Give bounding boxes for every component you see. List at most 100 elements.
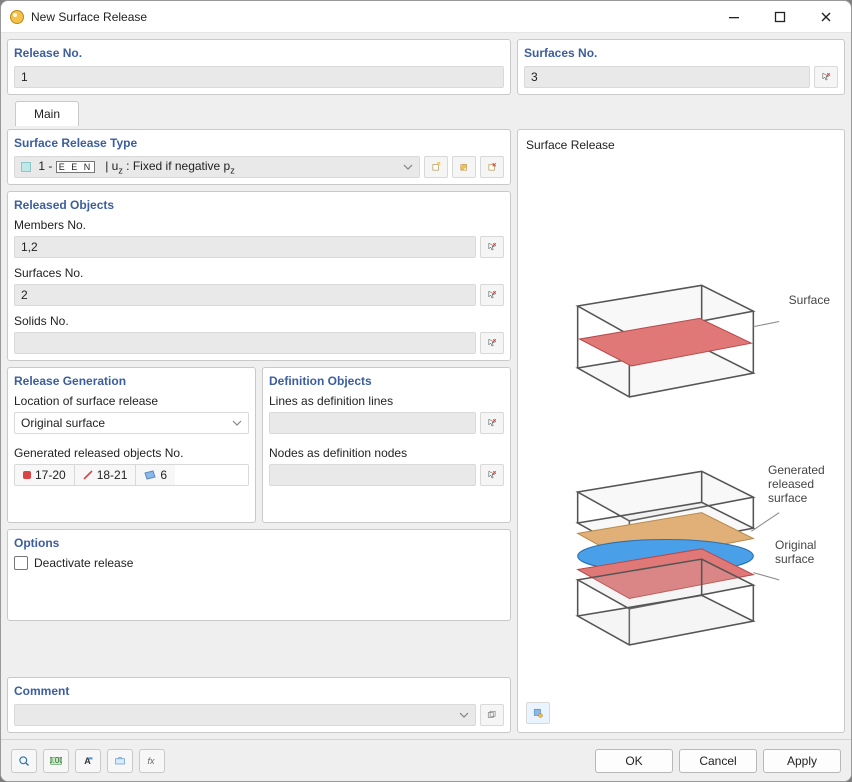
svg-text:fx: fx — [148, 756, 156, 766]
members-no-input[interactable]: 1,2 — [14, 236, 476, 258]
preview-illustration — [526, 158, 836, 702]
members-no-label: Members No. — [14, 218, 504, 232]
def-lines-input[interactable] — [269, 412, 476, 434]
dialog-window: New Surface Release Release No. 1 Surfac… — [0, 0, 852, 782]
release-no-panel: Release No. 1 — [7, 39, 511, 95]
preview-settings-button[interactable] — [526, 702, 550, 724]
dialog-footer: 0.00 A fx OK Cancel Apply — [1, 739, 851, 781]
generated-seg-nodes: 17-20 — [15, 465, 75, 485]
preview-canvas: Surface Generated released surface Origi… — [526, 158, 836, 702]
ok-label: OK — [625, 754, 642, 768]
minimize-button[interactable] — [711, 2, 757, 32]
ok-button[interactable]: OK — [595, 749, 673, 773]
surface-release-type-panel: Surface Release Type 1 - E E N | uz : Fi… — [7, 129, 511, 185]
top-row: Release No. 1 Surfaces No. 3 — [7, 39, 845, 95]
surface-release-type-select[interactable]: 1 - E E N | uz : Fixed if negative pz — [14, 156, 420, 178]
view-button[interactable] — [107, 749, 133, 773]
options-header: Options — [14, 536, 504, 550]
solids-no-label: Solids No. — [14, 314, 504, 328]
chevron-down-icon — [403, 162, 413, 172]
apply-button[interactable]: Apply — [763, 749, 841, 773]
preview-panel: Surface Release — [517, 129, 845, 733]
def-lines-label: Lines as definition lines — [269, 394, 504, 408]
window-title: New Surface Release — [31, 10, 147, 24]
definition-objects-panel: Definition Objects Lines as definition l… — [262, 367, 511, 523]
eein-badge: E E N — [56, 161, 96, 173]
delete-type-button[interactable] — [480, 156, 504, 178]
location-label: Location of surface release — [14, 394, 249, 408]
location-select[interactable]: Original surface — [14, 412, 249, 434]
generated-objects-display: 17-20 18-21 6 — [14, 464, 249, 486]
surfaces-no-value: 3 — [531, 70, 538, 84]
deactivate-release-label: Deactivate release — [34, 556, 133, 570]
pick-solids-button[interactable] — [480, 332, 504, 354]
members-no-value: 1,2 — [21, 240, 38, 254]
solids-no-input[interactable] — [14, 332, 476, 354]
apply-label: Apply — [787, 754, 817, 768]
ro-surfaces-no-value: 2 — [21, 288, 28, 302]
release-no-label: Release No. — [14, 46, 504, 60]
new-type-button[interactable] — [424, 156, 448, 178]
dialog-body: Release No. 1 Surfaces No. 3 Main — [1, 33, 851, 739]
ro-surfaces-no-label: Surfaces No. — [14, 266, 504, 280]
cancel-button[interactable]: Cancel — [679, 749, 757, 773]
app-icon — [9, 9, 25, 25]
preview-label-generated: Generated released surface — [768, 463, 830, 505]
generated-seg-lines: 18-21 — [75, 465, 137, 485]
definition-objects-header: Definition Objects — [269, 374, 504, 388]
released-objects-panel: Released Objects Members No. 1,2 Surface… — [7, 191, 511, 361]
generated-label: Generated released objects No. — [14, 446, 249, 460]
units-button[interactable]: 0.00 — [43, 749, 69, 773]
preview-label-original: Original surface — [775, 538, 830, 566]
comment-panel: Comment — [7, 677, 511, 733]
preview-header: Surface Release — [526, 138, 836, 152]
gen-def-row: Release Generation Location of surface r… — [7, 367, 511, 523]
comment-header: Comment — [14, 684, 504, 698]
close-button[interactable] — [803, 2, 849, 32]
released-objects-header: Released Objects — [14, 198, 504, 212]
maximize-button[interactable] — [757, 2, 803, 32]
surfaces-no-label: Surfaces No. — [524, 46, 838, 60]
cancel-label: Cancel — [699, 754, 736, 768]
right-column: Surface Release — [517, 129, 845, 733]
surface-release-type-value: 1 - E E N | uz : Fixed if negative pz — [21, 159, 235, 175]
location-value: Original surface — [21, 416, 105, 430]
help-button[interactable] — [11, 749, 37, 773]
generated-seg-surfaces: 6 — [136, 465, 175, 485]
line-icon — [83, 470, 93, 480]
pick-ro-surfaces-button[interactable] — [480, 284, 504, 306]
pick-def-lines-button[interactable] — [480, 412, 504, 434]
preview-label-surface: Surface — [789, 293, 830, 307]
deactivate-release-checkbox[interactable]: Deactivate release — [14, 556, 504, 570]
pick-members-button[interactable] — [480, 236, 504, 258]
tab-main[interactable]: Main — [15, 101, 79, 126]
def-nodes-input[interactable] — [269, 464, 476, 486]
release-generation-header: Release Generation — [14, 374, 249, 388]
release-no-value: 1 — [21, 70, 28, 84]
left-column: Surface Release Type 1 - E E N | uz : Fi… — [7, 129, 511, 733]
chevron-down-icon — [232, 418, 242, 428]
comment-input[interactable] — [14, 704, 476, 726]
comment-library-button[interactable] — [480, 704, 504, 726]
options-panel: Options Deactivate release — [7, 529, 511, 621]
type-color-swatch — [21, 162, 31, 172]
node-dot-icon — [23, 471, 31, 479]
ro-surfaces-no-input[interactable]: 2 — [14, 284, 476, 306]
surface-icon — [144, 470, 156, 480]
release-no-input[interactable]: 1 — [14, 66, 504, 88]
edit-type-button[interactable] — [452, 156, 476, 178]
titlebar: New Surface Release — [1, 1, 851, 33]
svg-text:0.00: 0.00 — [50, 756, 62, 765]
pick-surfaces-button[interactable] — [814, 66, 838, 88]
def-nodes-label: Nodes as definition nodes — [269, 446, 504, 460]
tab-main-label: Main — [34, 107, 60, 121]
checkbox-box-icon — [14, 556, 28, 570]
text-style-button[interactable]: A — [75, 749, 101, 773]
tabs: Main — [7, 101, 845, 125]
chevron-down-icon — [459, 710, 469, 720]
fx-button[interactable]: fx — [139, 749, 165, 773]
pick-def-nodes-button[interactable] — [480, 464, 504, 486]
surfaces-no-input[interactable]: 3 — [524, 66, 810, 88]
release-generation-panel: Release Generation Location of surface r… — [7, 367, 256, 523]
surface-release-type-header: Surface Release Type — [14, 136, 504, 150]
